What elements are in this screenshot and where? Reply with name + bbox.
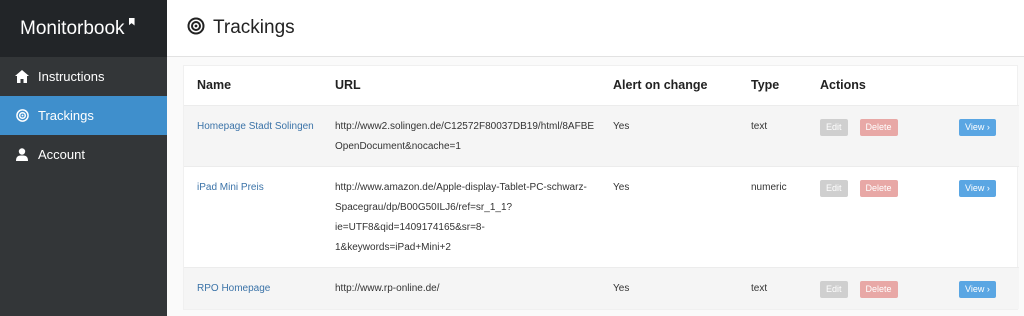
type-value: text: [751, 120, 768, 132]
sidebar-nav: Instructions Trackings Account: [0, 57, 167, 174]
page-title: Trackings: [213, 17, 295, 38]
user-icon: [14, 147, 30, 163]
actions-cell: Edit Delete: [807, 267, 946, 309]
edit-button[interactable]: Edit: [820, 179, 848, 197]
sidebar-item-label: Trackings: [38, 108, 94, 123]
sidebar-item-label: Account: [38, 147, 85, 162]
column-header-name: Name: [197, 78, 232, 93]
alert-value: Yes: [613, 282, 630, 294]
target-icon: [14, 108, 30, 124]
tracking-url: http://www.rp-online.de/: [322, 267, 600, 309]
tracking-name-link[interactable]: RPO Homepage: [184, 267, 322, 309]
table-row: iPad Mini Preis http://www.amazon.de/App…: [184, 166, 1019, 267]
table-row: Homepage Stadt Solingen http://www2.soli…: [184, 105, 1019, 166]
sidebar: Monitorbook Instructions Trackings Accou…: [0, 0, 167, 316]
alert-value: Yes: [613, 181, 630, 193]
url-line: http://www2.solingen.de/C12572F80037DB19…: [335, 120, 594, 132]
actions-cell: Edit Delete: [807, 105, 946, 166]
url-line: http://www.rp-online.de/: [335, 282, 440, 294]
table-row: RPO Homepage http://www.rp-online.de/ Ye…: [184, 267, 1019, 309]
column-header-actions: Actions: [820, 78, 866, 93]
edit-button[interactable]: Edit: [820, 118, 848, 136]
delete-button[interactable]: Delete: [859, 280, 898, 298]
sidebar-item-account[interactable]: Account: [0, 135, 167, 174]
tracking-name-link[interactable]: Homepage Stadt Solingen: [184, 105, 322, 166]
bookmark-icon: [128, 17, 135, 26]
url-line: Spacegrau/dp/B00G50ILJ6/ref=sr_1_1?: [335, 201, 513, 213]
target-icon: [187, 17, 205, 40]
type-value: numeric: [751, 181, 787, 193]
brand[interactable]: Monitorbook: [0, 0, 167, 57]
sidebar-item-trackings[interactable]: Trackings: [0, 96, 167, 135]
home-icon: [14, 69, 30, 85]
tracking-url: http://www.amazon.de/Apple-display-Table…: [322, 166, 600, 267]
view-cell: View ›: [946, 166, 1019, 267]
view-cell: View ›: [946, 105, 1019, 166]
url-line: OpenDocument&nocache=1: [335, 140, 461, 152]
url-line: ie=UTF8&qid=1409174165&sr=8-: [335, 221, 485, 233]
url-line: 1&keywords=iPad+Mini+2: [335, 241, 451, 253]
brand-name: Monitorbook: [20, 17, 125, 39]
trackings-panel: Name URL Alert on change Type Actions Ho…: [183, 65, 1019, 310]
url-line: http://www.amazon.de/Apple-display-Table…: [335, 181, 587, 193]
table-header-row: Name URL Alert on change Type Actions: [184, 66, 1019, 105]
actions-cell: Edit Delete: [807, 166, 946, 267]
tracking-url: http://www2.solingen.de/C12572F80037DB19…: [322, 105, 600, 166]
type-value: text: [751, 282, 768, 294]
edit-button[interactable]: Edit: [820, 280, 848, 298]
view-button[interactable]: View ›: [959, 179, 996, 197]
delete-button[interactable]: Delete: [859, 118, 898, 136]
column-header-type: Type: [751, 78, 780, 93]
view-button[interactable]: View ›: [959, 280, 996, 298]
view-button[interactable]: View ›: [959, 118, 996, 136]
column-header-url: URL: [335, 78, 361, 93]
page-header: Trackings: [167, 0, 1024, 57]
column-header-alert: Alert on change: [613, 78, 708, 93]
alert-value: Yes: [613, 120, 630, 132]
tracking-name-link[interactable]: iPad Mini Preis: [184, 166, 322, 267]
delete-button[interactable]: Delete: [859, 179, 898, 197]
view-cell: View ›: [946, 267, 1019, 309]
sidebar-item-label: Instructions: [38, 69, 105, 84]
sidebar-item-instructions[interactable]: Instructions: [0, 57, 167, 96]
column-header-view: [946, 66, 1019, 105]
main-area: Trackings Name URL Alert on change Type …: [167, 0, 1024, 316]
trackings-table: Name URL Alert on change Type Actions Ho…: [184, 66, 1019, 309]
